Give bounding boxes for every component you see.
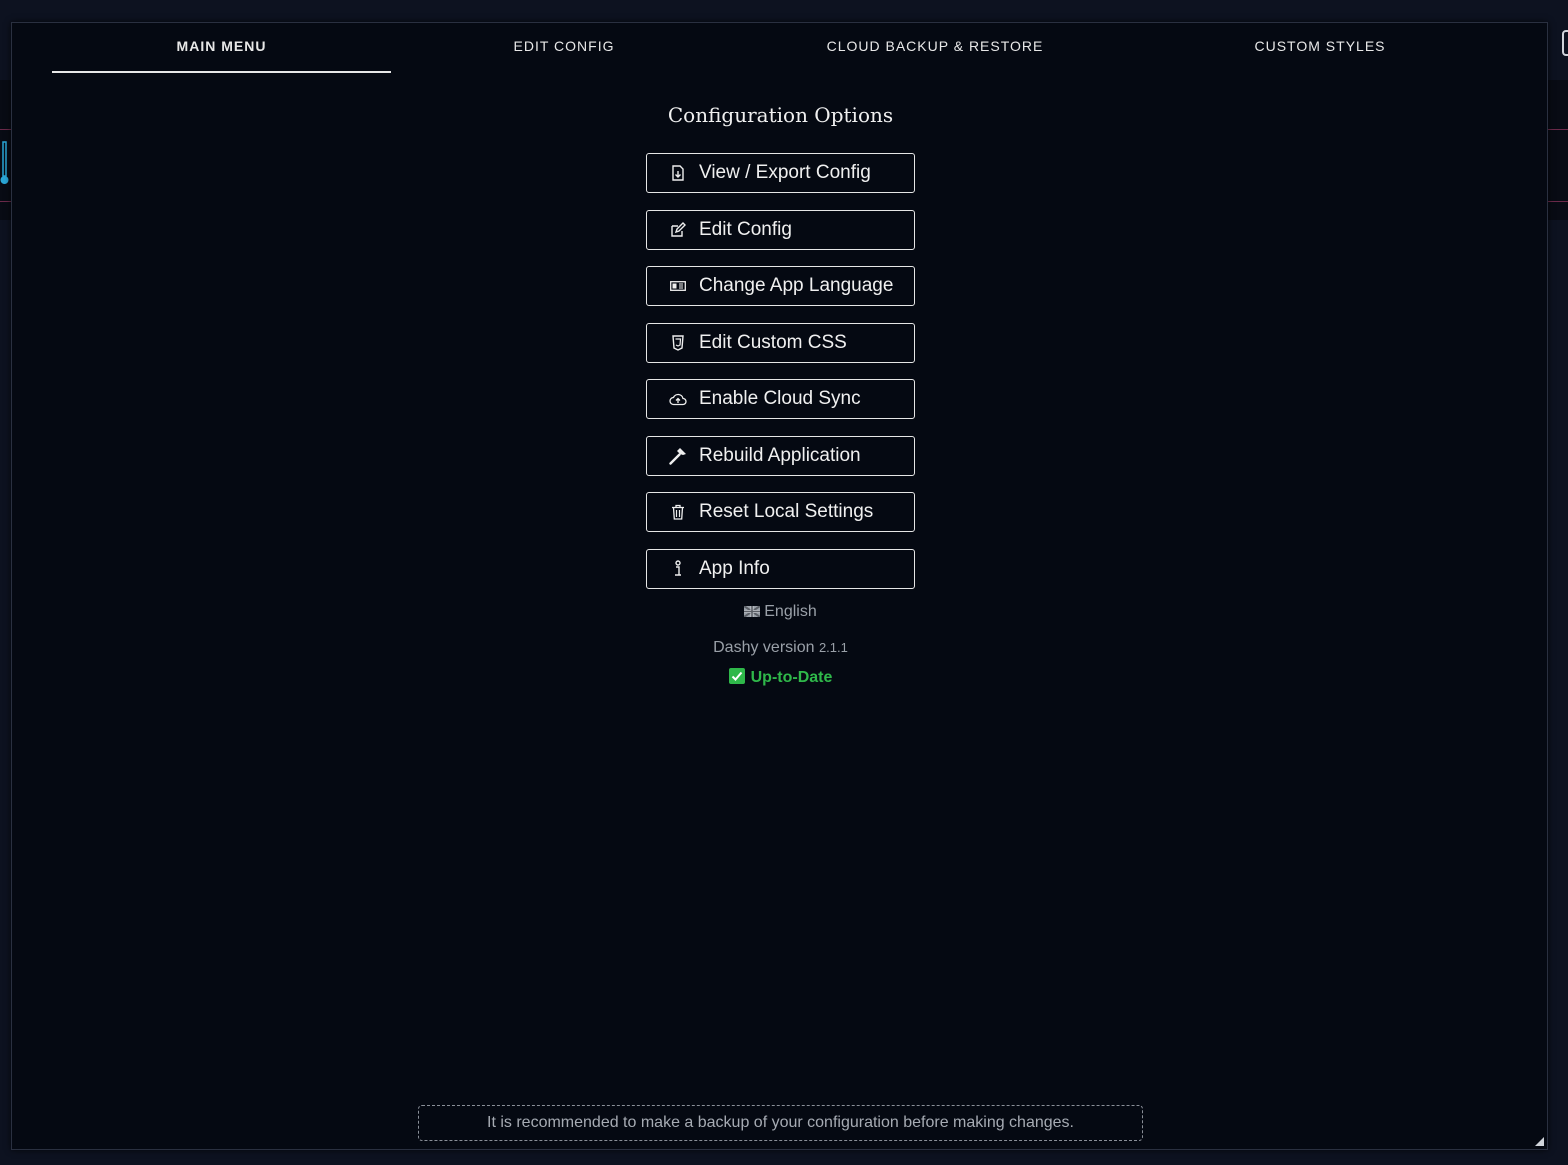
tab-cloud-backup-restore[interactable]: CLOUD BACKUP & RESTORE bbox=[772, 37, 1098, 71]
button-label: View / Export Config bbox=[699, 162, 871, 183]
uk-flag-icon bbox=[743, 604, 761, 618]
edit-icon bbox=[669, 221, 687, 239]
background-widget-edge bbox=[1562, 30, 1568, 56]
css-icon bbox=[669, 334, 687, 352]
tab-bar: MAIN MENU EDIT CONFIG CLOUD BACKUP & RES… bbox=[52, 23, 1512, 73]
page-title: Configuration Options bbox=[667, 103, 894, 127]
edit-config-button[interactable]: Edit Config bbox=[646, 210, 915, 250]
tab-custom-styles[interactable]: CUSTOM STYLES bbox=[1172, 37, 1468, 71]
button-label: App Info bbox=[699, 558, 770, 579]
version-label: Dashy version bbox=[713, 639, 815, 656]
language-icon bbox=[669, 277, 687, 295]
update-status-text: Up-to-Date bbox=[750, 669, 833, 686]
info-icon bbox=[669, 560, 687, 578]
change-app-language-button[interactable]: Change App Language bbox=[646, 266, 915, 306]
resize-handle[interactable] bbox=[1535, 1137, 1544, 1146]
rebuild-application-button[interactable]: Rebuild Application bbox=[646, 436, 915, 476]
hammer-icon bbox=[669, 447, 687, 465]
app-info-button[interactable]: App Info bbox=[646, 549, 915, 589]
backup-notice: It is recommended to make a backup of yo… bbox=[418, 1105, 1143, 1141]
button-label: Rebuild Application bbox=[699, 445, 861, 466]
tab-main-menu[interactable]: MAIN MENU bbox=[52, 37, 391, 73]
background-thermometer-icon bbox=[0, 140, 10, 188]
reset-local-settings-button[interactable]: Reset Local Settings bbox=[646, 492, 915, 532]
check-icon bbox=[728, 668, 745, 684]
version-number: 2.1.1 bbox=[818, 640, 848, 655]
cloud-upload-icon bbox=[669, 390, 687, 408]
enable-cloud-sync-button[interactable]: Enable Cloud Sync bbox=[646, 379, 915, 419]
trash-icon bbox=[669, 503, 687, 521]
language-name: English bbox=[764, 603, 817, 620]
button-label: Change App Language bbox=[699, 275, 894, 296]
config-modal: MAIN MENU EDIT CONFIG CLOUD BACKUP & RES… bbox=[11, 22, 1548, 1150]
button-label: Edit Config bbox=[699, 219, 792, 240]
button-label: Reset Local Settings bbox=[699, 501, 874, 522]
edit-custom-css-button[interactable]: Edit Custom CSS bbox=[646, 323, 915, 363]
export-file-icon bbox=[669, 164, 687, 182]
update-status: Up-to-Date bbox=[12, 668, 1549, 687]
button-label: Edit Custom CSS bbox=[699, 332, 847, 353]
app-version: Dashy version 2.1.1 bbox=[12, 639, 1549, 657]
current-language: English bbox=[12, 603, 1549, 621]
view-export-config-button[interactable]: View / Export Config bbox=[646, 153, 915, 193]
tab-edit-config[interactable]: EDIT CONFIG bbox=[404, 37, 724, 71]
button-label: Enable Cloud Sync bbox=[699, 388, 861, 409]
